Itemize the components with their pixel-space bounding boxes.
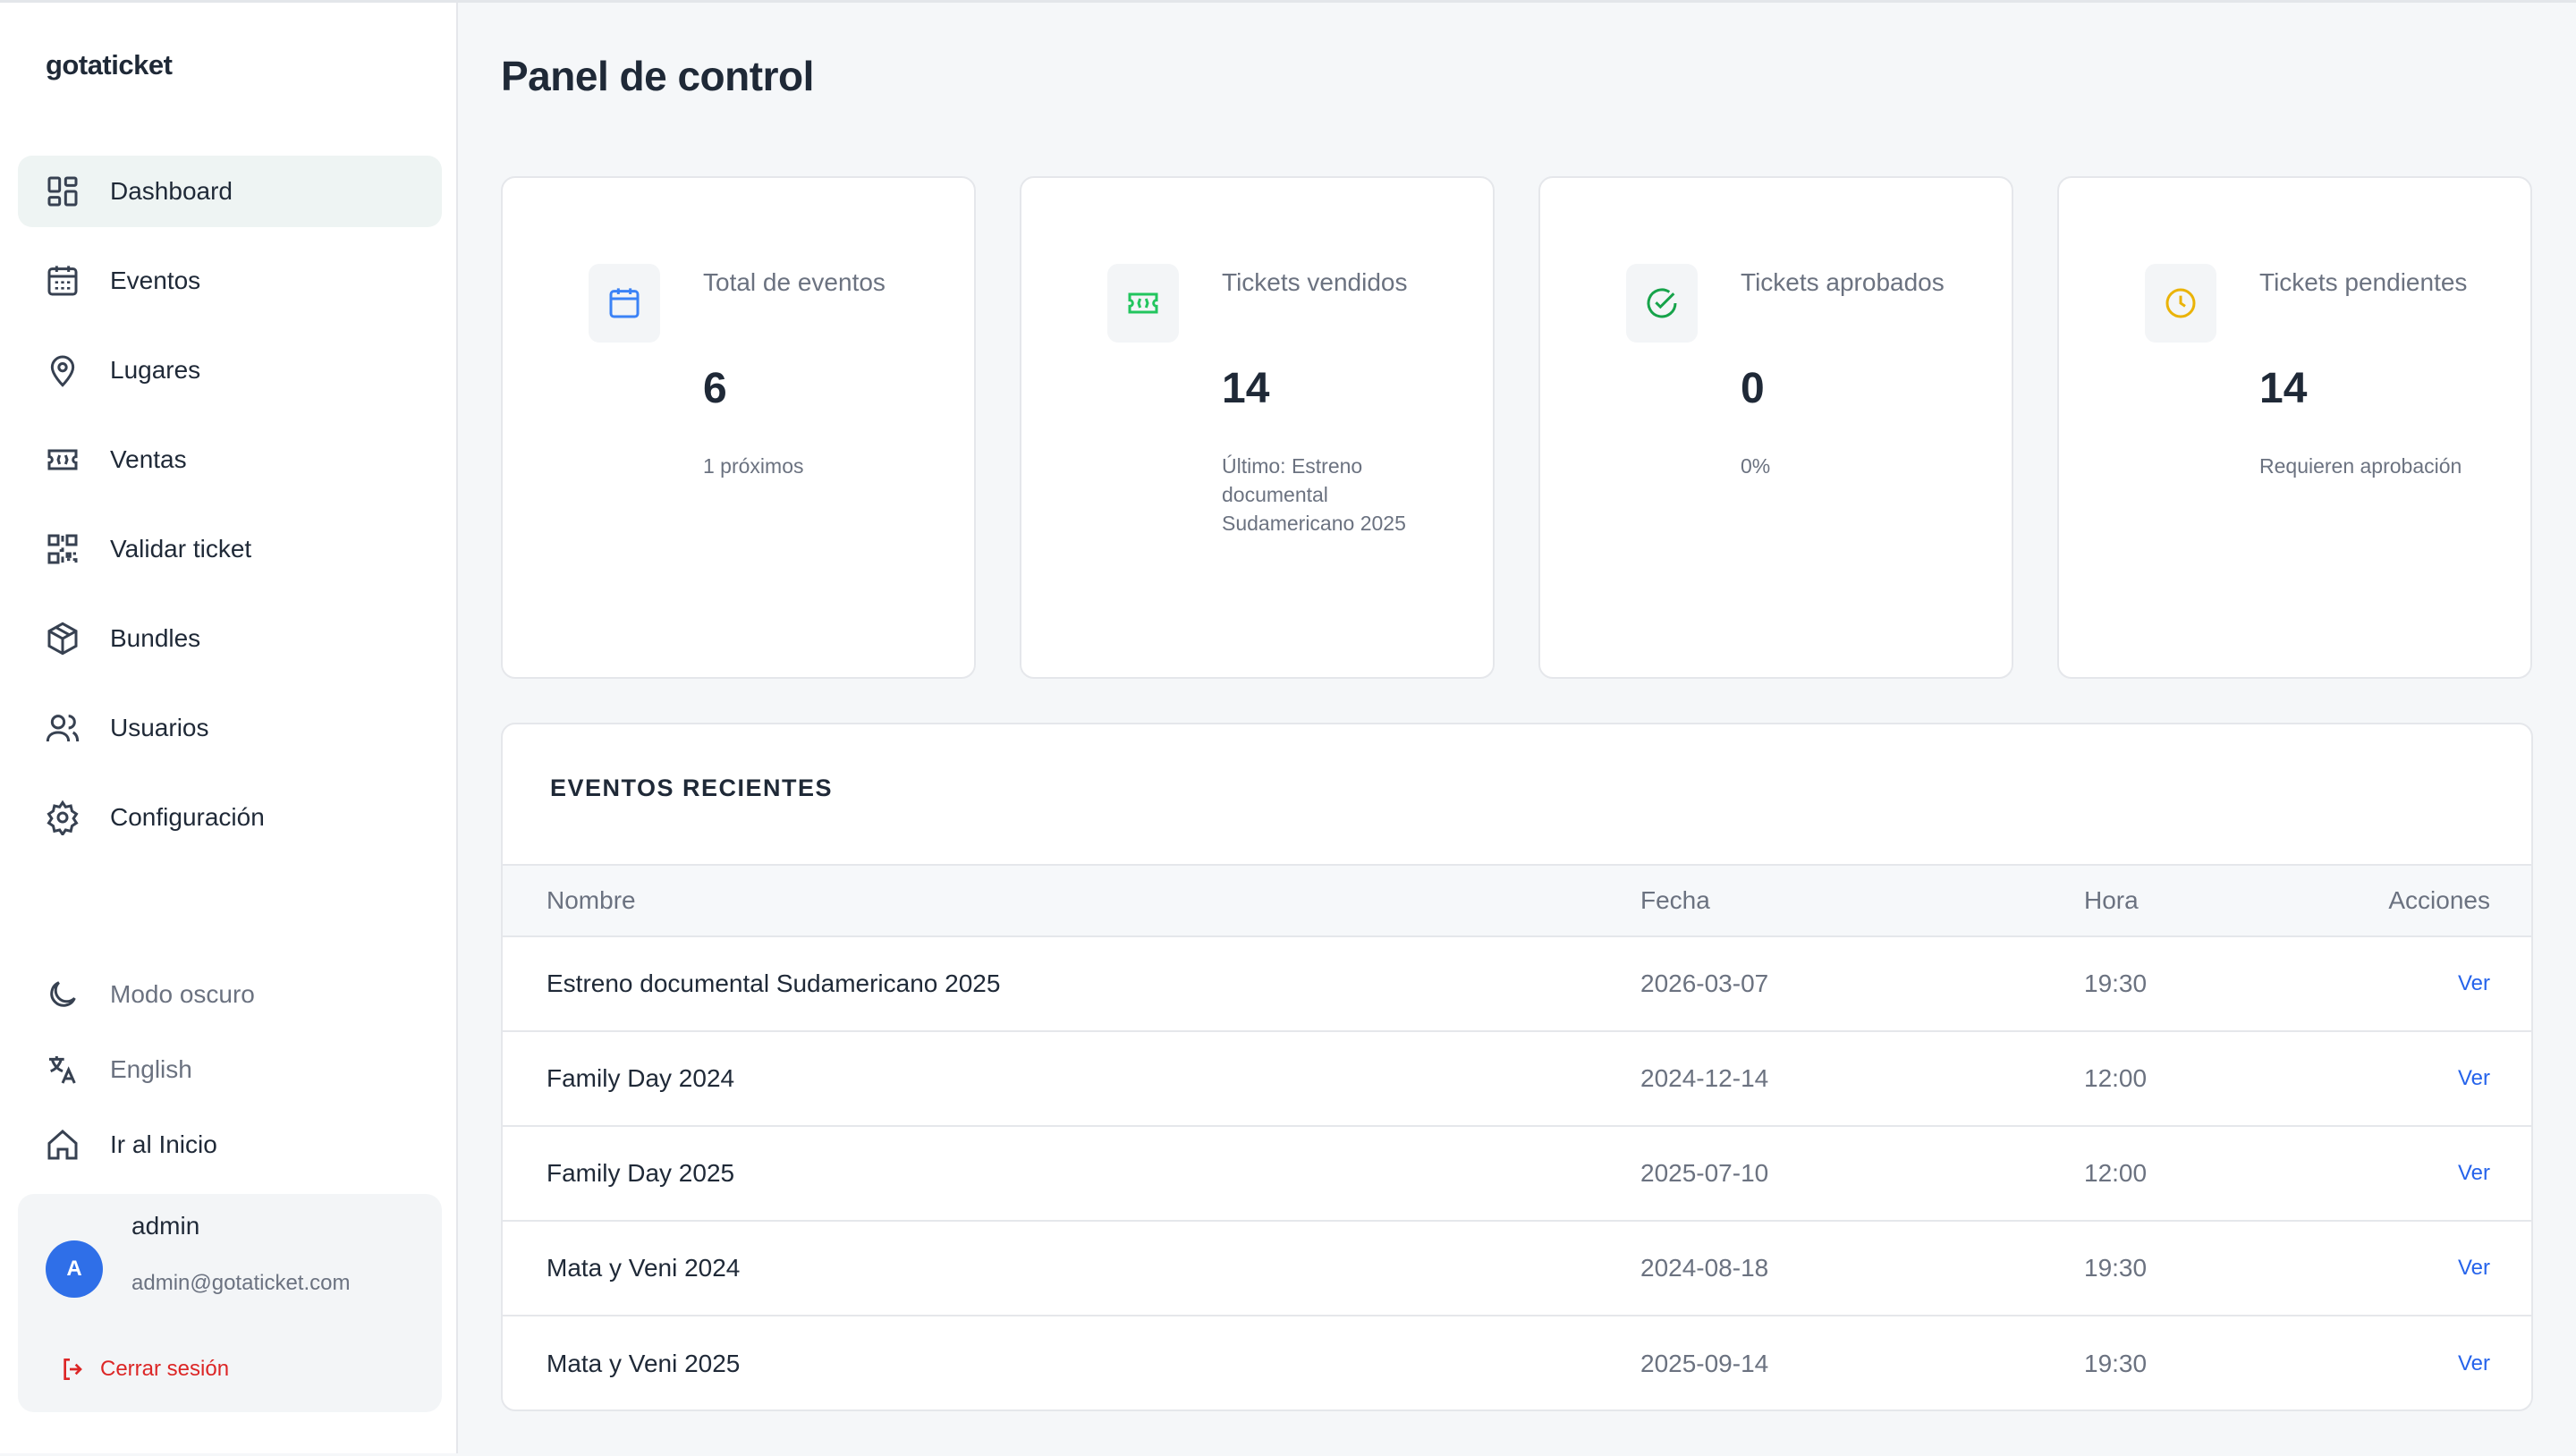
- page-title: Panel de control: [501, 53, 814, 99]
- home-label: Ir al Inicio: [110, 1130, 217, 1158]
- clock-icon: [2145, 264, 2216, 343]
- table-row: Estreno documental Sudamericano 2025 202…: [503, 937, 2531, 1032]
- stat-card-tickets-pendientes: Tickets pendientes 14 Requieren aprobaci…: [2057, 176, 2532, 679]
- sidebar-item-validar-ticket[interactable]: Validar ticket: [18, 513, 442, 585]
- translate-icon: [45, 1052, 80, 1088]
- language-label: English: [110, 1055, 192, 1083]
- gear-icon: [45, 800, 80, 835]
- table-body: Estreno documental Sudamericano 2025 202…: [503, 937, 2531, 1409]
- sidebar-item-label: Validar ticket: [110, 535, 252, 563]
- moon-icon: [45, 977, 80, 1012]
- event-date: 2026-03-07: [1640, 969, 1769, 997]
- stat-value: 14: [1222, 365, 1270, 412]
- stat-subtext: 0%: [1741, 454, 1771, 478]
- recent-events-panel: EVENTOS RECIENTES Nombre Fecha Hora Acci…: [501, 723, 2533, 1411]
- stat-card-total-eventos: Total de eventos 6 1 próximos: [501, 176, 976, 679]
- event-time: 12:00: [2084, 1159, 2148, 1187]
- event-time: 19:30: [2084, 1254, 2148, 1282]
- qr-code-icon: [45, 531, 80, 567]
- sidebar-item-label: Bundles: [110, 624, 201, 652]
- event-name: Mata y Veni 2024: [547, 1254, 741, 1282]
- event-name: Family Day 2025: [547, 1159, 735, 1187]
- home-link[interactable]: Ir al Inicio: [18, 1113, 442, 1176]
- sidebar-item-eventos[interactable]: Eventos: [18, 245, 442, 317]
- stat-card-tickets-aprobados: Tickets aprobados 0 0%: [1538, 176, 2013, 679]
- sidebar-nav: Dashboard Eventos Lugares Ventas Validar…: [18, 156, 442, 871]
- event-date: 2024-08-18: [1640, 1254, 1769, 1282]
- event-name: Family Day 2024: [547, 1064, 735, 1092]
- stat-card-tickets-vendidos: Tickets vendidos 14 Último: Estreno docu…: [1020, 176, 1495, 679]
- check-circle-icon: [1626, 264, 1698, 343]
- brand-logo[interactable]: gotaticket: [46, 49, 173, 81]
- table-row: Mata y Veni 2024 2024-08-18 19:30 Ver: [503, 1222, 2531, 1316]
- panel-title: EVENTOS RECIENTES: [550, 775, 834, 801]
- users-icon: [45, 710, 80, 746]
- logout-icon: [64, 1359, 82, 1380]
- calendar-icon: [589, 264, 660, 343]
- sidebar-item-configuracion[interactable]: Configuración: [18, 782, 442, 853]
- package-icon: [45, 621, 80, 656]
- column-header-fecha: Fecha: [1640, 886, 1710, 914]
- table-row: Family Day 2024 2024-12-14 12:00 Ver: [503, 1032, 2531, 1127]
- table-row: Family Day 2025 2025-07-10 12:00 Ver: [503, 1127, 2531, 1222]
- sidebar-item-lugares[interactable]: Lugares: [18, 334, 442, 406]
- sidebar-item-bundles[interactable]: Bundles: [18, 603, 442, 674]
- view-event-link[interactable]: Ver: [2458, 1316, 2490, 1409]
- view-event-link[interactable]: Ver: [2458, 1222, 2490, 1315]
- dashboard-icon: [45, 174, 80, 209]
- map-pin-icon: [45, 352, 80, 388]
- dark-mode-toggle[interactable]: Modo oscuro: [18, 963, 442, 1026]
- dark-mode-label: Modo oscuro: [110, 980, 255, 1008]
- stat-value: 0: [1741, 365, 1765, 412]
- sidebar-item-label: Dashboard: [110, 177, 233, 205]
- stat-label: Tickets pendientes: [2259, 268, 2468, 296]
- user-email: admin@gotaticket.com: [131, 1271, 351, 1295]
- ticket-icon: [45, 442, 80, 478]
- sidebar-item-ventas[interactable]: Ventas: [18, 424, 442, 495]
- avatar: A: [46, 1240, 103, 1298]
- event-name: Estreno documental Sudamericano 2025: [547, 969, 1001, 997]
- language-switch[interactable]: English: [18, 1038, 442, 1101]
- logout-button[interactable]: Cerrar sesión: [59, 1355, 229, 1384]
- view-event-link[interactable]: Ver: [2458, 1032, 2490, 1125]
- event-time: 12:00: [2084, 1064, 2148, 1092]
- event-time: 19:30: [2084, 969, 2148, 997]
- stat-subtext: Último: Estreno documental Sudamericano …: [1222, 454, 1406, 535]
- sidebar-item-label: Configuración: [110, 803, 265, 831]
- home-icon: [45, 1127, 80, 1163]
- event-time: 19:30: [2084, 1350, 2148, 1377]
- sidebar-item-label: Lugares: [110, 356, 201, 384]
- stat-value: 14: [2259, 365, 2308, 412]
- view-event-link[interactable]: Ver: [2458, 1127, 2490, 1220]
- sidebar-item-label: Eventos: [110, 267, 201, 294]
- stat-value: 6: [703, 365, 727, 412]
- column-header-hora: Hora: [2084, 886, 2139, 914]
- table-header: Nombre Fecha Hora Acciones: [503, 864, 2531, 937]
- column-header-nombre: Nombre: [547, 886, 636, 914]
- sidebar-item-usuarios[interactable]: Usuarios: [18, 692, 442, 764]
- stat-label: Tickets aprobados: [1741, 268, 1945, 296]
- sidebar-bottom-links: Modo oscuro English Ir al Inicio: [18, 963, 442, 1189]
- sidebar: gotaticket Dashboard Eventos Lugares Ven…: [0, 3, 458, 1453]
- event-date: 2025-09-14: [1640, 1350, 1769, 1377]
- stat-label: Tickets vendidos: [1222, 268, 1408, 296]
- logout-label: Cerrar sesión: [100, 1357, 230, 1381]
- calendar-icon: [45, 263, 80, 299]
- event-date: 2025-07-10: [1640, 1159, 1769, 1187]
- table-row: Mata y Veni 2025 2025-09-14 19:30 Ver: [503, 1316, 2531, 1409]
- sidebar-item-label: Usuarios: [110, 714, 209, 741]
- view-event-link[interactable]: Ver: [2458, 937, 2490, 1030]
- stat-subtext: Requieren aprobación: [2259, 454, 2462, 478]
- user-card: A admin admin@gotaticket.com Cerrar sesi…: [18, 1194, 442, 1412]
- column-header-acciones: Acciones: [2388, 886, 2490, 914]
- event-name: Mata y Veni 2025: [547, 1350, 741, 1377]
- sidebar-item-dashboard[interactable]: Dashboard: [18, 156, 442, 227]
- sidebar-item-label: Ventas: [110, 445, 187, 473]
- user-name: admin: [131, 1212, 200, 1240]
- stat-label: Total de eventos: [703, 268, 886, 296]
- ticket-icon: [1107, 264, 1179, 343]
- stat-subtext: 1 próximos: [703, 454, 804, 478]
- event-date: 2024-12-14: [1640, 1064, 1769, 1092]
